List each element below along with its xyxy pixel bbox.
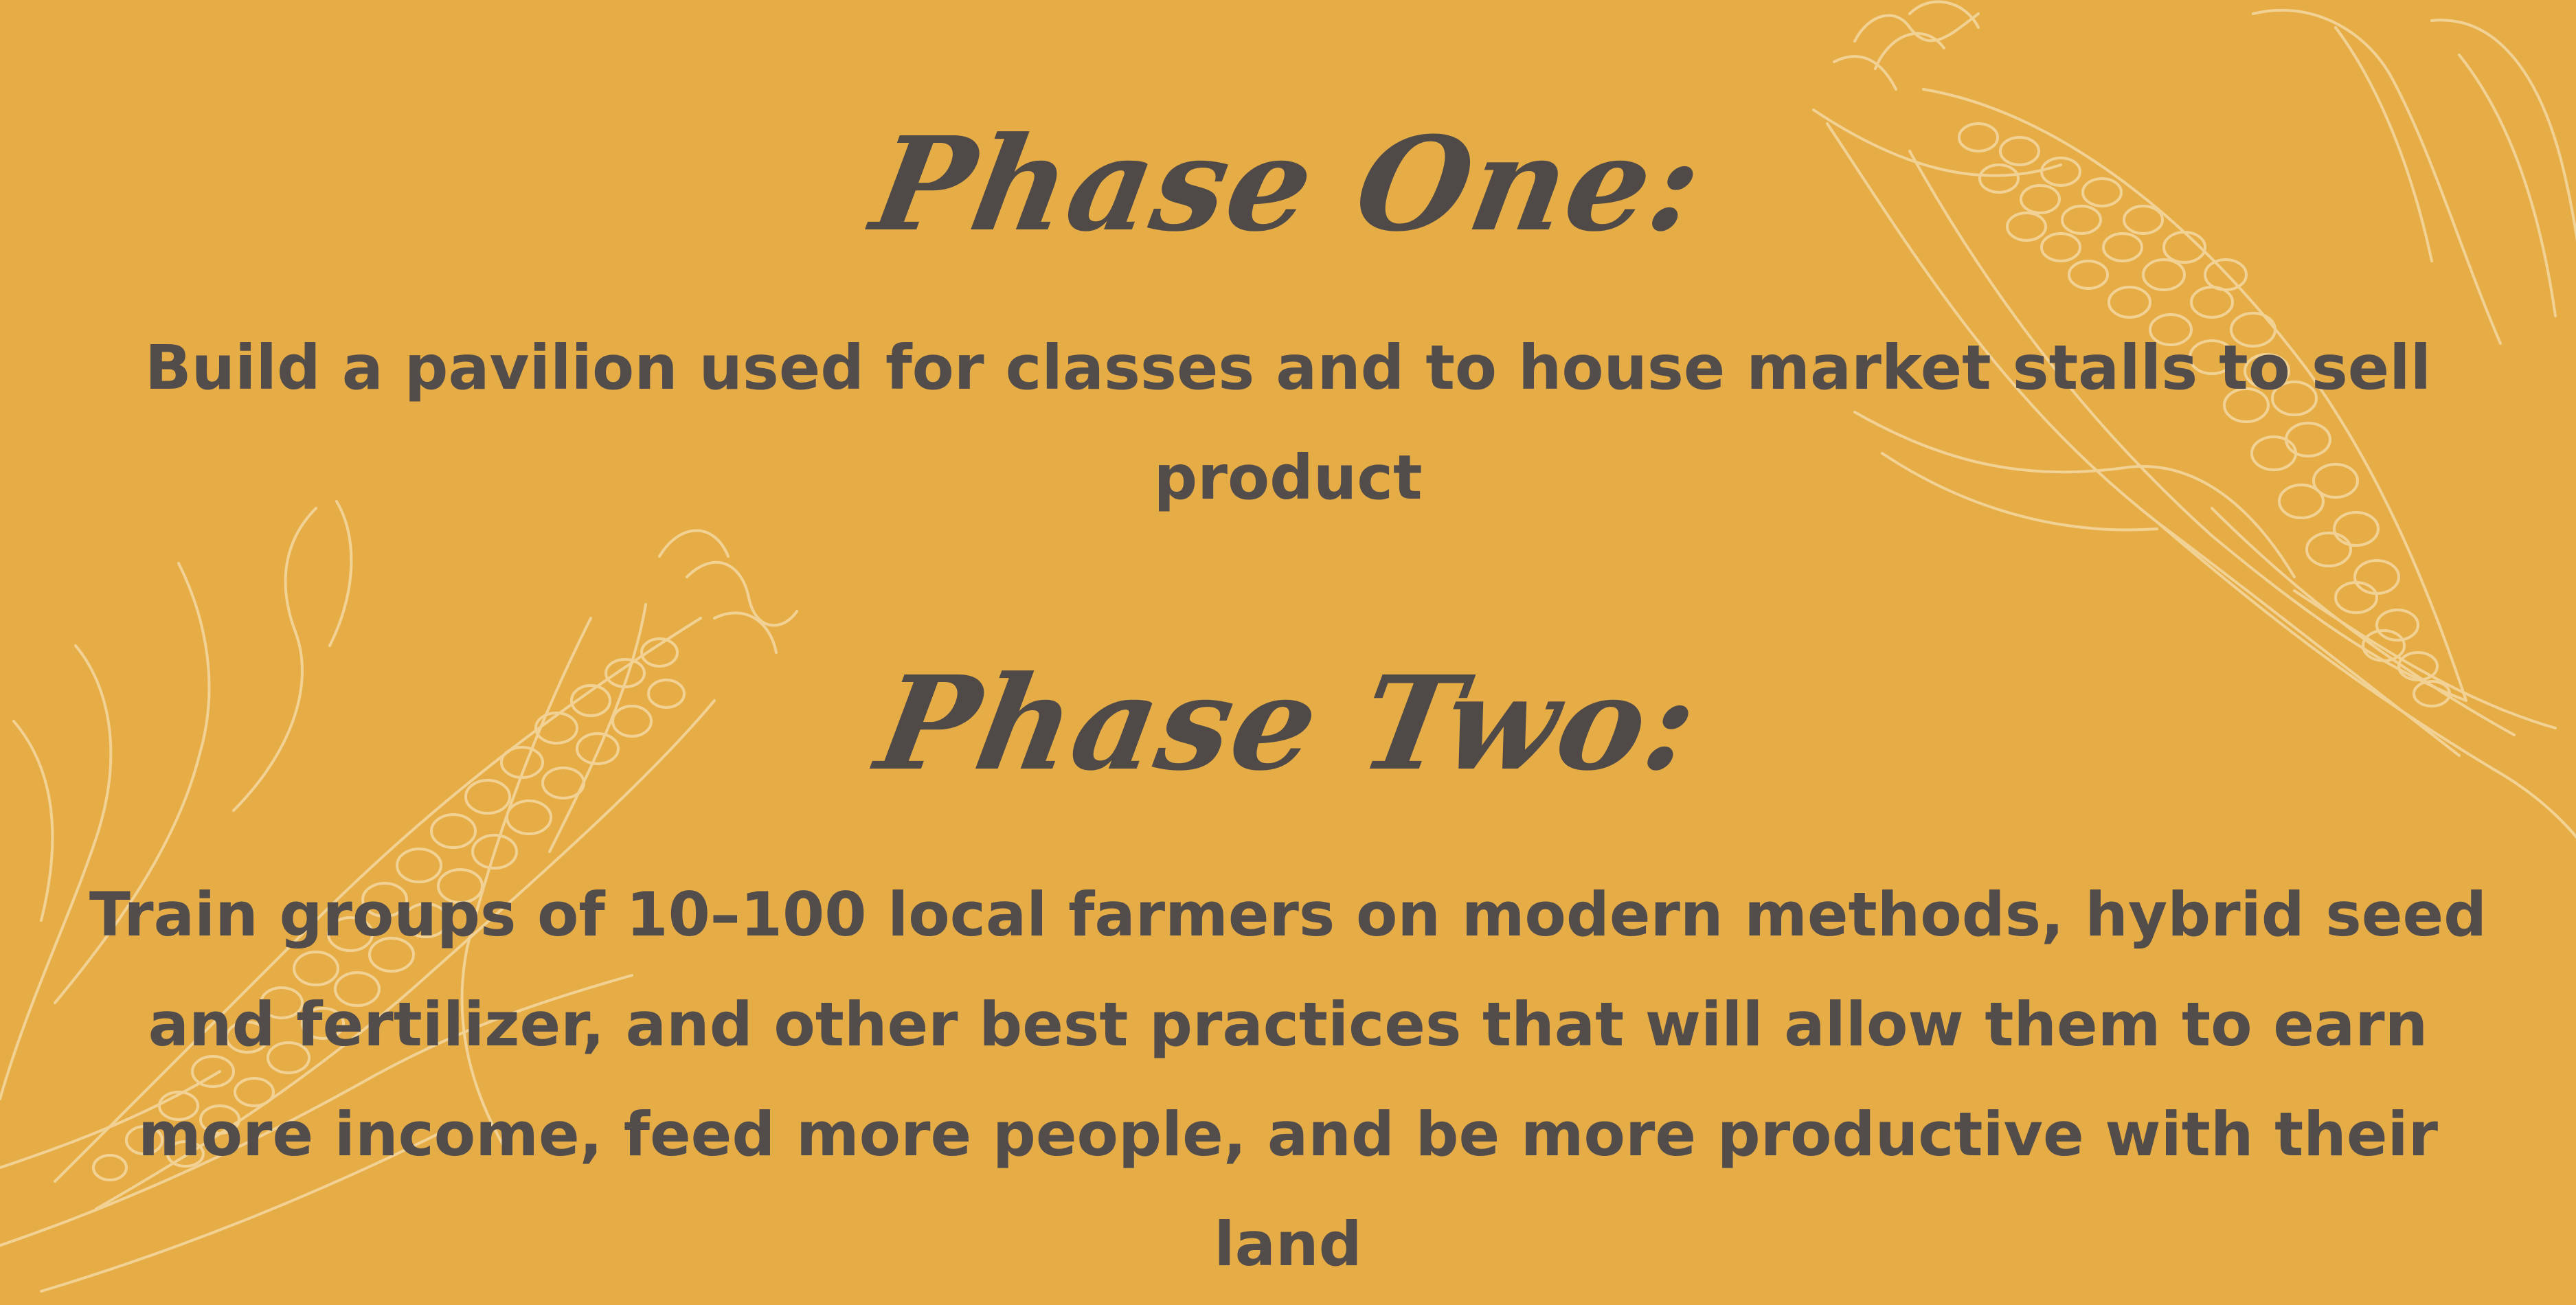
phase-one-description: Build a pavilion used for classes and to… bbox=[144, 332, 2432, 513]
phase-one-heading: Phase One: bbox=[862, 109, 1714, 260]
phase-two-heading: Phase Two: bbox=[867, 648, 1709, 799]
phase-two-description: Train groups of 10–100 local farmers on … bbox=[89, 879, 2487, 1280]
slide-content: Phase One: Build a pavilion used for cla… bbox=[0, 0, 2576, 1287]
